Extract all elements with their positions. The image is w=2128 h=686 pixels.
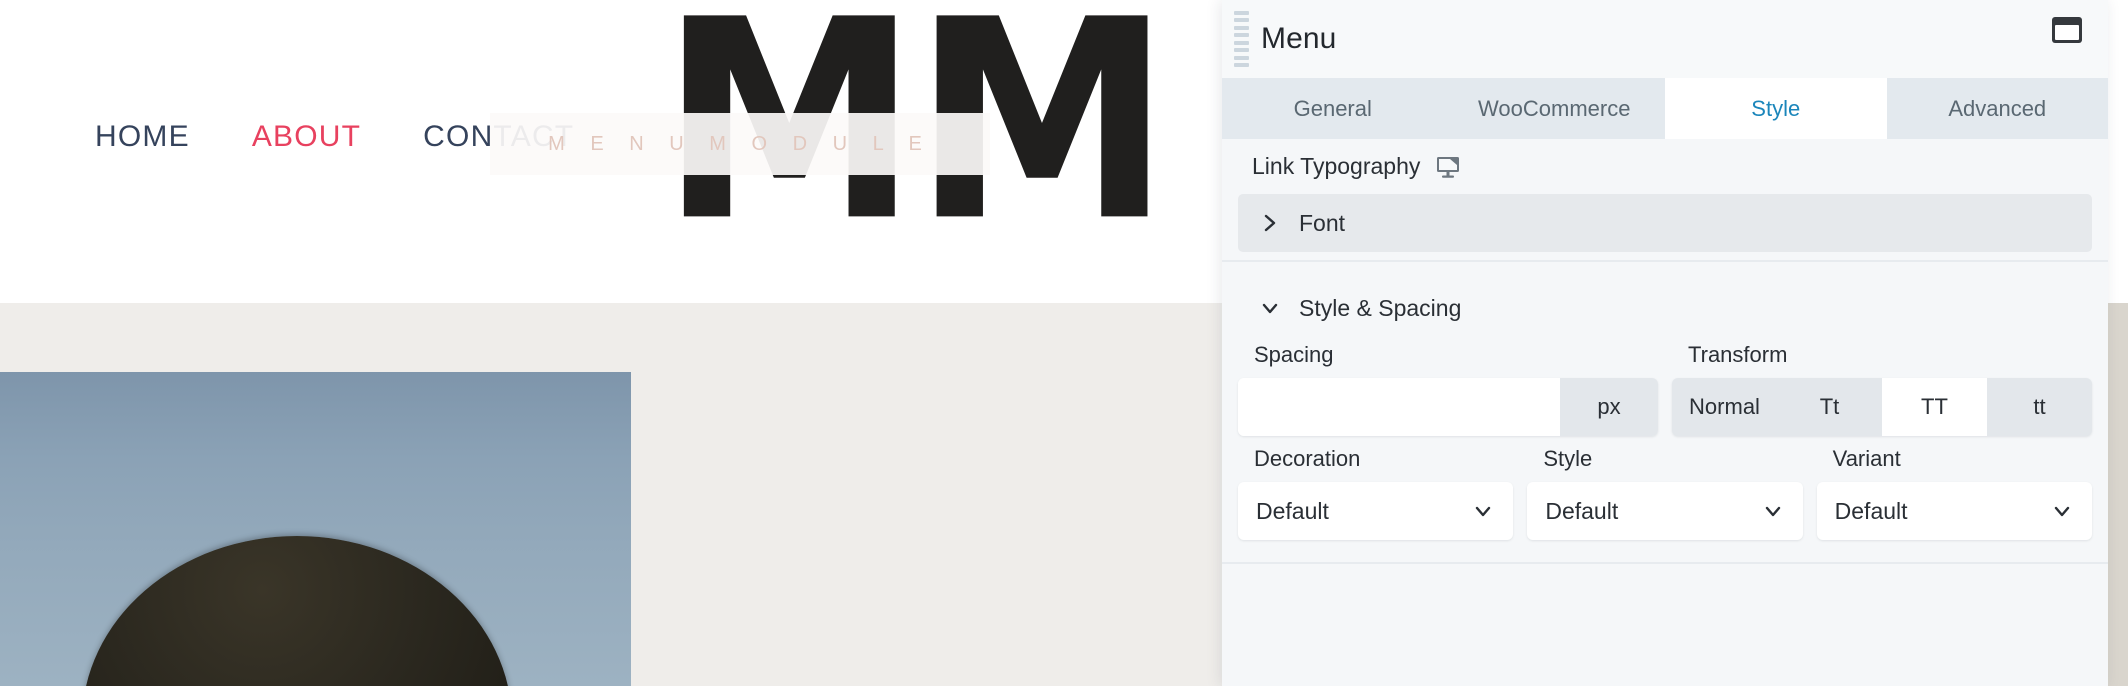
accordion-style-spacing-label: Style & Spacing: [1299, 294, 1462, 321]
variant-select-value: Default: [1834, 497, 1908, 524]
tab-style[interactable]: Style: [1665, 78, 1887, 139]
hero-photo: [0, 372, 631, 686]
spacing-field: px: [1238, 378, 1658, 436]
logo-tagline: M E N U M O D U L E: [548, 132, 932, 155]
panel-bottom-divider: [1222, 562, 2108, 564]
page-right-edge: [2108, 0, 2128, 686]
style-control: Style Default: [1527, 446, 1803, 540]
chevron-right-icon: [1260, 213, 1280, 233]
transform-control: Transform Normal Tt TT tt: [1672, 342, 2092, 436]
variant-control: Variant Default: [1816, 446, 2092, 540]
style-label: Style: [1543, 446, 1593, 471]
link-typography-field-header: Link Typography: [1222, 139, 2108, 190]
transform-option-normal[interactable]: Normal: [1672, 378, 1777, 436]
section-divider: [1222, 260, 2108, 262]
spacing-unit-button[interactable]: px: [1560, 378, 1658, 436]
tab-woocommerce[interactable]: WooCommerce: [1443, 78, 1665, 139]
monitor-icon[interactable]: [1436, 156, 1460, 178]
spacing-label: Spacing: [1254, 342, 1334, 367]
panel-tabs: General WooCommerce Style Advanced: [1222, 78, 2108, 139]
tab-advanced[interactable]: Advanced: [1886, 78, 2108, 139]
site-logo[interactable]: MM M E N U M O D U L E: [490, 0, 1171, 260]
panel-layout-icon[interactable]: [2052, 17, 2082, 43]
settings-panel: Menu General WooCommerce Style Advanced …: [1222, 0, 2108, 686]
nav-link-home[interactable]: HOME: [95, 120, 190, 154]
spacing-transform-row: Spacing px Transform Normal Tt TT tt: [1222, 332, 2108, 436]
variant-select[interactable]: Default: [1816, 482, 2092, 540]
panel-body: Link Typography Font Style & Spacing Spa…: [1222, 139, 2108, 686]
panel-title: Menu: [1261, 22, 1337, 55]
link-typography-label: Link Typography: [1252, 153, 1421, 179]
accordion-font-label: Font: [1299, 209, 1346, 236]
nav-link-about[interactable]: ABOUT: [252, 120, 361, 154]
decoration-style-variant-row: Decoration Default Style Default Variant…: [1222, 436, 2108, 540]
transform-option-uppercase[interactable]: TT: [1882, 378, 1987, 436]
transform-segmented-group: Normal Tt TT tt: [1672, 378, 2092, 436]
logo-tagline-band: M E N U M O D U L E: [490, 113, 990, 175]
decoration-select-value: Default: [1256, 497, 1329, 524]
transform-option-capitalize[interactable]: Tt: [1777, 378, 1882, 436]
panel-header: Menu: [1222, 0, 2108, 78]
accordion-font[interactable]: Font: [1238, 194, 2092, 252]
style-select[interactable]: Default: [1527, 482, 1803, 540]
decoration-select[interactable]: Default: [1238, 482, 1514, 540]
style-select-value: Default: [1545, 497, 1619, 524]
screen-root: HOME ABOUT CONTACT MM M E N U M O D U L …: [0, 0, 2128, 686]
drag-handle-icon[interactable]: [1234, 11, 1250, 67]
decoration-label: Decoration: [1254, 446, 1361, 471]
decoration-control: Decoration Default: [1238, 446, 1514, 540]
transform-option-lowercase[interactable]: tt: [1987, 378, 2092, 436]
variant-label: Variant: [1832, 446, 1901, 471]
spacing-control: Spacing px: [1238, 342, 1658, 436]
page-right-edge-band: [2108, 303, 2128, 686]
tab-general[interactable]: General: [1222, 78, 1444, 139]
accordion-style-spacing[interactable]: Style & Spacing: [1238, 284, 2092, 332]
spacing-input[interactable]: [1238, 378, 1560, 436]
transform-label: Transform: [1688, 342, 1788, 367]
chevron-down-icon: [1260, 298, 1280, 318]
